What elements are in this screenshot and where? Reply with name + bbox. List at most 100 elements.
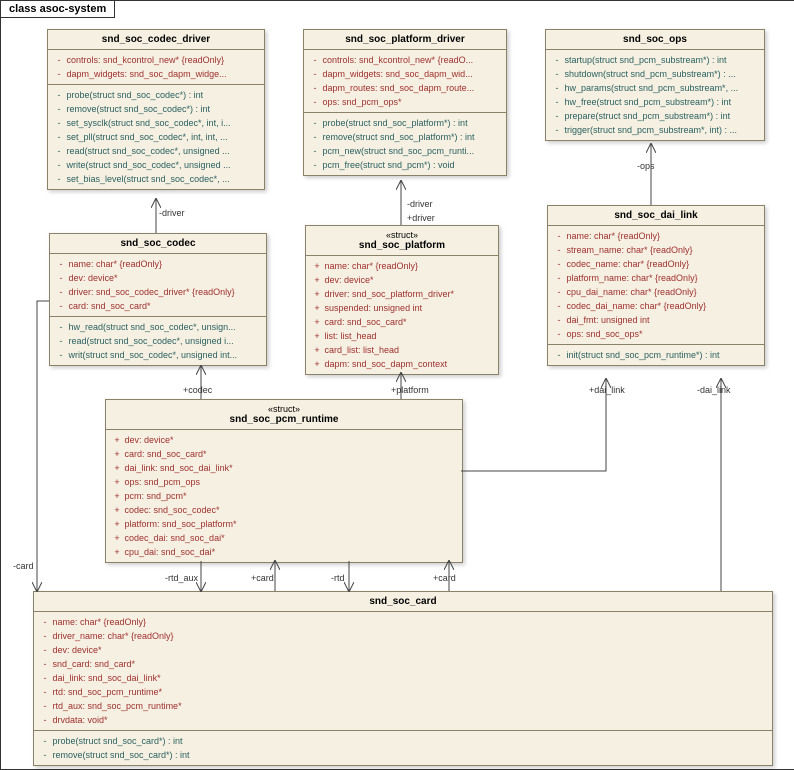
member: - rtd: snd_soc_pcm_runtime* (40, 685, 766, 699)
lbl: -card (13, 561, 34, 571)
member: + dev: device* (312, 273, 492, 287)
class-card[interactable]: snd_soc_card - name: char* {readOnly}- d… (33, 591, 773, 766)
member: - dev: device* (40, 643, 766, 657)
member: - dapm_widgets: snd_soc_dapm_wid... (310, 67, 500, 81)
member: - platform_name: char* {readOnly} (554, 271, 758, 285)
class-platform[interactable]: «struct»snd_soc_platform + name: char* {… (305, 225, 499, 375)
lbl: +card (251, 573, 274, 583)
member: - hw_params(struct snd_pcm_substream*, .… (552, 81, 758, 95)
member: + suspended: unsigned int (312, 301, 492, 315)
member: - dev: device* (56, 271, 260, 285)
attrs: - controls: snd_kcontrol_new* {readO...-… (304, 50, 506, 113)
lbl: -rtd_aux (165, 573, 198, 583)
member: + cpu_dai: snd_soc_dai* (112, 545, 456, 559)
member: - driver: snd_soc_codec_driver* {readOnl… (56, 285, 260, 299)
ops: - startup(struct snd_pcm_substream*) : i… (546, 50, 764, 140)
member: + card: snd_soc_card* (312, 315, 492, 329)
member: + platform: snd_soc_platform* (112, 517, 456, 531)
class-codec-driver[interactable]: snd_soc_codec_driver - controls: snd_kco… (47, 29, 265, 190)
attrs: - controls: snd_kcontrol_new* {readOnly}… (48, 50, 264, 85)
member: - snd_card: snd_card* (40, 657, 766, 671)
member: - probe(struct snd_soc_card*) : int (40, 734, 766, 748)
member: - cpu_dai_name: char* {readOnly} (554, 285, 758, 299)
class-pcm-runtime[interactable]: «struct»snd_soc_pcm_runtime + dev: devic… (105, 399, 463, 563)
member: - dai_fmt: unsigned int (554, 313, 758, 327)
attrs: + dev: device*+ card: snd_soc_card*+ dai… (106, 430, 462, 562)
class-name: snd_soc_codec (50, 234, 266, 254)
member: - probe(struct snd_soc_codec*) : int (54, 88, 258, 102)
member: - startup(struct snd_pcm_substream*) : i… (552, 53, 758, 67)
lbl: +platform (391, 385, 429, 395)
class-name: «struct»snd_soc_pcm_runtime (106, 400, 462, 430)
member: + name: char* {readOnly} (312, 259, 492, 273)
member: - init(struct snd_soc_pcm_runtime*) : in… (554, 348, 758, 362)
ops: - hw_read(struct snd_soc_codec*, unsign.… (50, 317, 266, 365)
member: - pcm_free(struct snd_pcm*) : void (310, 158, 500, 172)
member: + list: list_head (312, 329, 492, 343)
member: - trigger(struct snd_pcm_substream*, int… (552, 123, 758, 137)
member: - hw_read(struct snd_soc_codec*, unsign.… (56, 320, 260, 334)
diagram-canvas: class asoc-system snd_soc_codec_driver -… (0, 0, 794, 770)
diagram-title: class asoc-system (1, 1, 115, 18)
member: - dai_link: snd_soc_dai_link* (40, 671, 766, 685)
member: - pcm_new(struct snd_soc_pcm_runti... (310, 144, 500, 158)
member: - dapm_widgets: snd_soc_dapm_widge... (54, 67, 258, 81)
class-name: «struct»snd_soc_platform (306, 226, 498, 256)
member: - codec_dai_name: char* {readOnly} (554, 299, 758, 313)
member: - remove(struct snd_soc_codec*) : int (54, 102, 258, 116)
lbl: +dai_link (589, 385, 625, 395)
member: - dapm_routes: snd_soc_dapm_route... (310, 81, 500, 95)
member: + ops: snd_pcm_ops (112, 475, 456, 489)
class-dai-link[interactable]: snd_soc_dai_link - name: char* {readOnly… (547, 205, 765, 366)
ops: - init(struct snd_soc_pcm_runtime*) : in… (548, 345, 764, 365)
member: - set_sysclk(struct snd_soc_codec*, int,… (54, 116, 258, 130)
class-platform-driver[interactable]: snd_soc_platform_driver - controls: snd_… (303, 29, 507, 176)
member: - controls: snd_kcontrol_new* {readO... (310, 53, 500, 67)
member: - name: char* {readOnly} (40, 615, 766, 629)
member: - remove(struct snd_soc_platform*) : int (310, 130, 500, 144)
class-codec[interactable]: snd_soc_codec - name: char* {readOnly}- … (49, 233, 267, 366)
member: + dai_link: snd_soc_dai_link* (112, 461, 456, 475)
member: - controls: snd_kcontrol_new* {readOnly} (54, 53, 258, 67)
member: - stream_name: char* {readOnly} (554, 243, 758, 257)
class-name: snd_soc_codec_driver (48, 30, 264, 50)
member: + codec_dai: snd_soc_dai* (112, 531, 456, 545)
member: - read(struct snd_soc_codec*, unsigned .… (54, 144, 258, 158)
class-ops[interactable]: snd_soc_ops - startup(struct snd_pcm_sub… (545, 29, 765, 141)
attrs: - name: char* {readOnly}- stream_name: c… (548, 226, 764, 345)
member: - set_pll(struct snd_soc_codec*, int, in… (54, 130, 258, 144)
lbl: -rtd (331, 573, 345, 583)
ops: - probe(struct snd_soc_platform*) : int-… (304, 113, 506, 175)
class-name: snd_soc_ops (546, 30, 764, 50)
class-name: snd_soc_dai_link (548, 206, 764, 226)
member: - shutdown(struct snd_pcm_substream*) : … (552, 67, 758, 81)
member: - probe(struct snd_soc_platform*) : int (310, 116, 500, 130)
member: - remove(struct snd_soc_card*) : int (40, 748, 766, 762)
member: + codec: snd_soc_codec* (112, 503, 456, 517)
member: - rtd_aux: snd_soc_pcm_runtime* (40, 699, 766, 713)
lbl: -ops (637, 161, 655, 171)
member: + card: snd_soc_card* (112, 447, 456, 461)
member: - name: char* {readOnly} (56, 257, 260, 271)
member: - codec_name: char* {readOnly} (554, 257, 758, 271)
member: - ops: snd_soc_ops* (554, 327, 758, 341)
member: - set_bias_level(struct snd_soc_codec*, … (54, 172, 258, 186)
lbl: -driver (159, 208, 185, 218)
lbl: -driver (407, 199, 433, 209)
lbl: +card (433, 573, 456, 583)
member: - drvdata: void* (40, 713, 766, 727)
ops: - probe(struct snd_soc_card*) : int- rem… (34, 731, 772, 765)
member: - ops: snd_pcm_ops* (310, 95, 500, 109)
member: + pcm: snd_pcm* (112, 489, 456, 503)
member: - prepare(struct snd_pcm_substream*) : i… (552, 109, 758, 123)
member: + dapm: snd_soc_dapm_context (312, 357, 492, 371)
lbl: +driver (407, 213, 435, 223)
member: + card_list: list_head (312, 343, 492, 357)
class-name: snd_soc_card (34, 592, 772, 612)
member: - driver_name: char* {readOnly} (40, 629, 766, 643)
attrs: - name: char* {readOnly}- dev: device*- … (50, 254, 266, 317)
attrs: + name: char* {readOnly}+ dev: device* + … (306, 256, 498, 374)
class-name: snd_soc_platform_driver (304, 30, 506, 50)
member: + dev: device* (112, 433, 456, 447)
member: - read(struct snd_soc_codec*, unsigned i… (56, 334, 260, 348)
